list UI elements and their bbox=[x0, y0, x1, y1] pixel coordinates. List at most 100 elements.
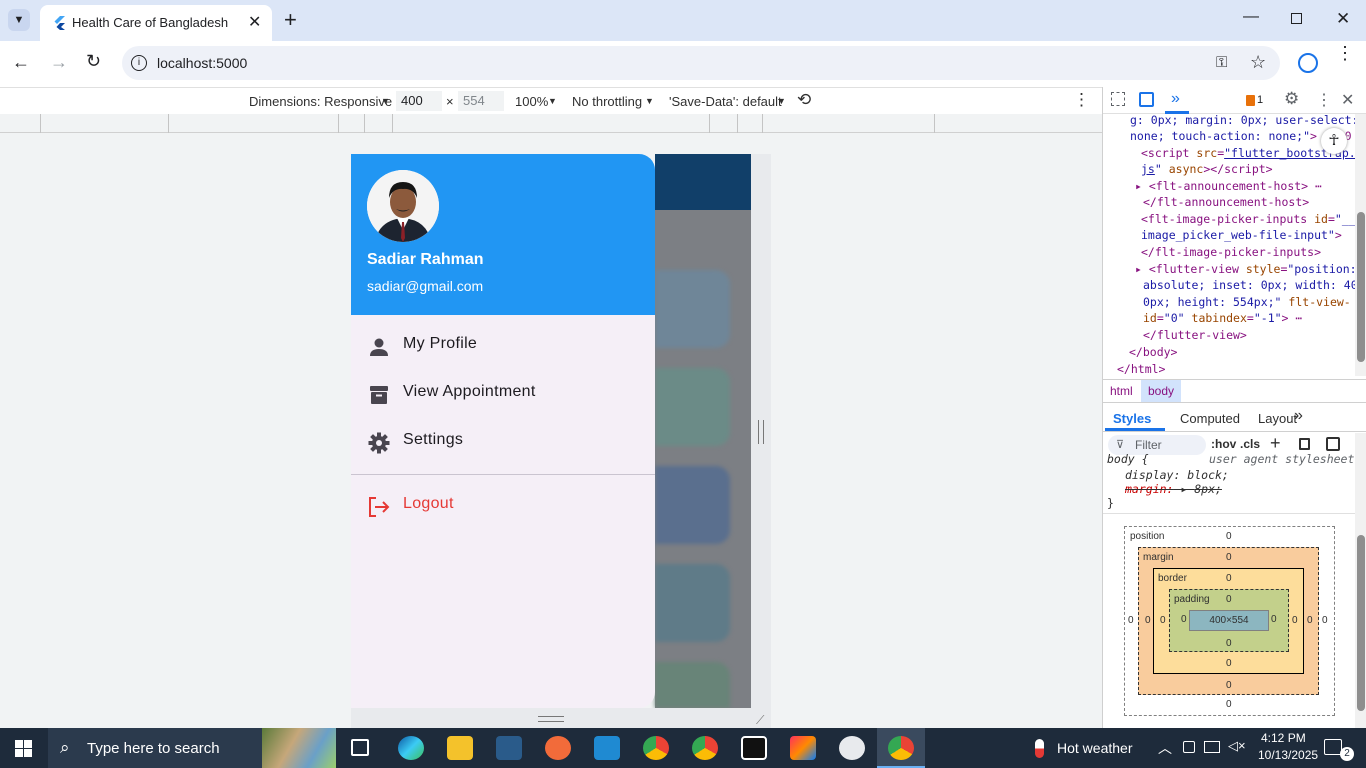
breadcrumb-body[interactable]: body bbox=[1141, 380, 1182, 402]
dom-line[interactable]: js" async></script> bbox=[1141, 161, 1273, 178]
save-data-dropdown-icon[interactable]: ▼ bbox=[777, 96, 786, 106]
dimensions-select[interactable]: Dimensions: Responsive bbox=[249, 94, 392, 109]
new-tab-icon[interactable]: + bbox=[284, 7, 297, 33]
video-app-icon[interactable] bbox=[741, 736, 767, 760]
dom-line[interactable]: </flt-announcement-host> bbox=[1143, 194, 1309, 211]
chrome-profile-icon[interactable] bbox=[692, 736, 718, 760]
styles-scrollbar[interactable] bbox=[1355, 433, 1366, 728]
bookmark-star-icon[interactable]: ☆ bbox=[1250, 52, 1266, 73]
throttling-dropdown-icon[interactable]: ▼ bbox=[645, 96, 654, 106]
rotate-icon[interactable]: ⟲ bbox=[797, 90, 811, 110]
cls-toggle[interactable]: .cls bbox=[1240, 437, 1260, 451]
chrome-menu-icon[interactable]: ⋮ bbox=[1336, 44, 1354, 62]
volume-icon[interactable]: ◁× bbox=[1228, 738, 1246, 754]
reload-icon[interactable]: ↻ bbox=[86, 51, 101, 72]
resize-corner-icon[interactable]: ⟋ bbox=[756, 713, 764, 728]
close-tab-icon[interactable]: ✕ bbox=[248, 12, 261, 32]
scrollbar-thumb[interactable] bbox=[1357, 212, 1365, 362]
dom-line[interactable]: absolute; inset: 0px; width: 40 bbox=[1143, 277, 1355, 294]
clock-date[interactable]: 10/13/2025 bbox=[1258, 748, 1318, 762]
intellij-icon[interactable] bbox=[790, 736, 816, 760]
dimensions-dropdown-icon[interactable]: ▼ bbox=[381, 96, 390, 106]
dom-line[interactable]: image_picker_web-file-input"> bbox=[1141, 227, 1342, 244]
browser-tab[interactable]: Health Care of Bangladesh ✕ bbox=[40, 5, 272, 41]
profile-icon[interactable] bbox=[1298, 53, 1318, 73]
omnibox[interactable]: i localhost:5000 ⚿ ☆ bbox=[122, 46, 1280, 80]
settings-gear-icon[interactable]: ⚙ bbox=[1284, 89, 1299, 109]
dom-line[interactable]: 0px; height: 554px;" flt-view- bbox=[1143, 294, 1351, 311]
elements-scrollbar[interactable] bbox=[1355, 114, 1366, 376]
drawer-item-view-appointment[interactable]: View Appointment bbox=[351, 370, 655, 418]
task-view-icon[interactable] bbox=[351, 739, 369, 756]
restore-icon[interactable] bbox=[1291, 13, 1302, 24]
windows-start-icon[interactable] bbox=[15, 740, 32, 757]
rule-selector[interactable]: body { bbox=[1107, 454, 1149, 466]
drawer-item-my-profile[interactable]: My Profile bbox=[351, 322, 655, 370]
site-info-icon[interactable]: i bbox=[131, 55, 147, 71]
save-data-select[interactable]: 'Save-Data': default bbox=[669, 94, 782, 109]
rule-prop-display[interactable]: display: block; bbox=[1125, 468, 1229, 482]
tab-search-button[interactable]: ▼ bbox=[8, 9, 30, 31]
app-body-scrim[interactable] bbox=[655, 210, 751, 708]
dom-line[interactable]: g: 0px; margin: 0px; user-select: bbox=[1130, 114, 1355, 129]
network-icon[interactable] bbox=[1204, 741, 1220, 753]
more-tabs-icon[interactable]: » bbox=[1171, 90, 1180, 108]
zoom-dropdown-icon[interactable]: ▼ bbox=[548, 96, 557, 106]
close-devtools-icon[interactable]: ✕ bbox=[1341, 90, 1354, 110]
dom-line[interactable]: </flt-image-picker-inputs> bbox=[1141, 244, 1321, 261]
drawer-item-logout[interactable]: Logout bbox=[351, 482, 655, 530]
dom-line[interactable]: id="0" tabindex="-1"> ⋯ bbox=[1143, 310, 1302, 327]
zoom-select[interactable]: 100% bbox=[515, 94, 548, 109]
dom-line[interactable]: ▸ <flutter-view style="position: bbox=[1135, 261, 1355, 278]
close-window-icon[interactable]: ✕ bbox=[1336, 9, 1350, 29]
edge-icon[interactable] bbox=[398, 736, 424, 760]
file-explorer-icon[interactable] bbox=[447, 736, 473, 760]
dom-line[interactable]: </body> bbox=[1129, 344, 1177, 361]
avatar[interactable] bbox=[367, 170, 439, 242]
filter-input[interactable]: ⊽ Filter bbox=[1108, 435, 1206, 455]
device-toggle-icon[interactable] bbox=[1139, 92, 1154, 107]
dom-line[interactable]: <flt-image-picker-inputs id="__ bbox=[1141, 211, 1355, 228]
width-input[interactable]: 400 bbox=[396, 91, 442, 111]
dom-line[interactable]: none; touch-action: none;"> = $0 bbox=[1130, 128, 1352, 145]
tray-chevron-icon[interactable]: ︿ bbox=[1158, 738, 1172, 758]
rule-prop-margin[interactable]: margin: ▸ 8px; bbox=[1125, 482, 1222, 496]
chrome-active-button[interactable] bbox=[877, 728, 925, 768]
dom-line[interactable]: </flutter-view> bbox=[1143, 327, 1247, 344]
resize-handle-bottom[interactable]: ⟋ bbox=[351, 708, 771, 728]
postman-icon[interactable] bbox=[545, 736, 571, 760]
inspect-element-icon[interactable] bbox=[1111, 92, 1125, 106]
clock-time[interactable]: 4:12 PM bbox=[1261, 731, 1306, 745]
taskbar-search[interactable]: ⌕ Type here to search bbox=[48, 728, 336, 768]
vscode-icon[interactable] bbox=[594, 736, 620, 760]
scrollbar-thumb[interactable] bbox=[1357, 535, 1365, 711]
tray-app-icon[interactable] bbox=[1183, 741, 1195, 753]
hov-toggle[interactable]: :hov bbox=[1211, 437, 1236, 451]
back-icon[interactable]: ← bbox=[12, 52, 30, 73]
devtools-menu-icon[interactable]: ⋮ bbox=[1316, 90, 1332, 110]
forward-icon[interactable]: → bbox=[50, 52, 68, 73]
breadcrumb-html[interactable]: html bbox=[1110, 384, 1133, 398]
sidebar-toggle-icon[interactable] bbox=[1326, 437, 1340, 451]
password-key-icon[interactable]: ⚿ bbox=[1216, 54, 1227, 71]
minimize-icon[interactable]: — bbox=[1243, 8, 1259, 26]
add-rule-icon[interactable]: + bbox=[1270, 433, 1281, 454]
dom-line[interactable]: </html> bbox=[1117, 361, 1165, 376]
more-style-tabs-icon[interactable]: » bbox=[1294, 407, 1303, 425]
drawer-item-settings[interactable]: Settings bbox=[351, 418, 655, 466]
mysql-workbench-icon[interactable] bbox=[496, 736, 522, 760]
device-toolbar-menu-icon[interactable]: ⋮ bbox=[1073, 90, 1090, 110]
resize-handle-right[interactable] bbox=[751, 154, 771, 708]
issues-badge[interactable] bbox=[1246, 95, 1255, 106]
android-studio-icon[interactable] bbox=[839, 736, 865, 760]
paint-brush-icon[interactable] bbox=[1299, 438, 1310, 450]
dom-line[interactable]: ▸ <flt-announcement-host> ⋯ bbox=[1135, 178, 1322, 195]
tab-styles[interactable]: Styles bbox=[1113, 411, 1151, 426]
throttling-select[interactable]: No throttling bbox=[572, 94, 642, 109]
accessibility-icon[interactable]: ☥ bbox=[1321, 128, 1347, 154]
tab-layout[interactable]: Layout bbox=[1258, 411, 1297, 426]
height-input[interactable]: 554 bbox=[458, 91, 504, 111]
chrome-profile-s-icon[interactable] bbox=[643, 736, 669, 760]
weather-text[interactable]: Hot weather bbox=[1057, 740, 1132, 756]
tab-computed[interactable]: Computed bbox=[1180, 411, 1240, 426]
